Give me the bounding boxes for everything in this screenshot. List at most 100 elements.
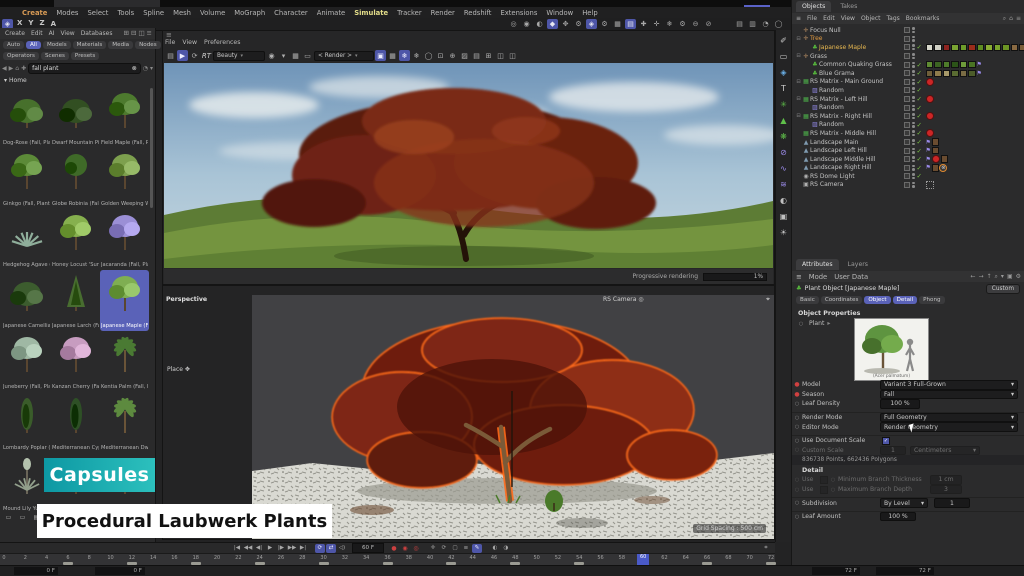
enabled-check-icon[interactable]: ✓ — [917, 155, 925, 163]
at-mode-icon-1[interactable]: → — [978, 273, 983, 281]
use-checkbox[interactable] — [820, 476, 828, 484]
rv-menu-file[interactable]: File — [165, 39, 175, 46]
at-mode-icon-2[interactable]: ↑ — [987, 273, 992, 281]
anim-dot-icon[interactable]: ○ — [792, 447, 802, 453]
prev-key-button[interactable]: ◀◀ — [243, 544, 253, 553]
layer-toggle[interactable] — [904, 165, 910, 171]
autokey-button[interactable]: ◉ — [400, 544, 410, 553]
compare-ab-button[interactable]: ▨ — [459, 50, 470, 61]
layer-toggle[interactable] — [904, 36, 910, 42]
editor-dot[interactable] — [912, 44, 915, 47]
render-dot[interactable] — [912, 74, 915, 77]
filter-tab-presets[interactable]: Presets — [71, 52, 99, 60]
lock-button[interactable]: ▣ — [375, 50, 386, 61]
attr-tab-detail[interactable]: Detail — [893, 296, 917, 304]
layer-toggle[interactable] — [904, 53, 910, 59]
layer-toggle[interactable] — [904, 44, 910, 50]
pass-dropdown[interactable]: Beauty▾ — [213, 51, 265, 61]
deformer-icon[interactable]: ⊘ — [778, 146, 790, 158]
search-input[interactable]: fall plant⊗ — [28, 63, 141, 74]
editor-dot[interactable] — [912, 96, 915, 99]
filter-tab-auto[interactable]: Auto — [3, 41, 24, 49]
layer-toggle[interactable] — [904, 113, 910, 119]
material-swatch[interactable] — [977, 44, 985, 52]
light-icon[interactable]: ☀ — [778, 226, 790, 238]
enabled-check-icon[interactable]: ✓ — [917, 104, 925, 112]
rectangle-icon[interactable]: ▭ — [778, 50, 790, 62]
subdivision-dropdown[interactable]: By Level▾ — [880, 498, 928, 508]
phong-tag-icon[interactable]: ⚑ — [926, 147, 931, 154]
current-frame-field[interactable]: 60 F — [352, 543, 384, 553]
param-value-field[interactable]: 100 % — [880, 512, 916, 522]
object-row-rs-dome-light[interactable]: ◉RS Dome Light✓ — [792, 172, 1024, 181]
anim-dot-icon[interactable]: ○ — [792, 500, 802, 506]
material-swatch[interactable] — [934, 70, 942, 78]
menu-select[interactable]: Select — [87, 9, 108, 17]
param-value-field[interactable]: 100 % — [880, 399, 920, 409]
viewport-label[interactable]: Perspective — [166, 296, 207, 303]
clear-search-icon[interactable]: ⊗ — [132, 65, 137, 72]
anim-dot-icon[interactable]: ○ — [792, 424, 802, 430]
layer-toggle[interactable] — [904, 148, 910, 154]
render-dot[interactable] — [912, 117, 915, 120]
editor-dot[interactable] — [912, 113, 915, 116]
object-row-landscape-middle-hill[interactable]: ▲Landscape Middle Hill✓⚑ — [792, 155, 1024, 164]
editor-dot[interactable] — [912, 53, 915, 56]
asset-item-japanese-maple-fall[interactable]: Japanese Maple (Fall, ... — [100, 270, 149, 331]
visibility-toggles[interactable] — [912, 105, 915, 111]
asset-item-jacaranda-fall-plant[interactable]: Jacaranda (Fall, Plant) — [100, 209, 149, 270]
editor-dot[interactable] — [912, 139, 915, 142]
asset-item-ginkgo-fall-plant[interactable]: Ginkgo (Fall, Plant) — [2, 148, 51, 209]
object-row-blue-grama[interactable]: ♣Blue Grama✓⚑ — [792, 69, 1024, 78]
asset-item-japanese-larch-fall-pl[interactable]: Japanese Larch (Fall, Pl... — [51, 270, 100, 331]
spline-pen-icon[interactable]: ✐ — [778, 34, 790, 46]
anim-dot-icon[interactable]: ○ — [828, 487, 838, 493]
ab-window-icon-0[interactable]: ⊞ — [123, 29, 128, 37]
object-row-random[interactable]: ▨Random✓ — [792, 86, 1024, 95]
material-swatch[interactable] — [968, 61, 976, 69]
enabled-check-icon[interactable]: ✓ — [917, 78, 925, 86]
attr-tab-basic[interactable]: Basic — [796, 296, 819, 304]
filter-tab-nodes[interactable]: Nodes — [135, 41, 161, 49]
asset-item-hedgehog-agave-fall[interactable]: Hedgehog Agave (Fall... — [2, 209, 51, 270]
use-checkbox[interactable] — [820, 486, 828, 494]
object-row-rs-matrix-right-hill[interactable]: ⊟▦RS Matrix - Right Hill✓ — [792, 112, 1024, 121]
collapse-icon[interactable]: ⊟ — [795, 96, 802, 102]
bucket-grid-button[interactable]: ▦ — [387, 50, 398, 61]
material-swatch[interactable] — [934, 61, 942, 69]
spline-icon[interactable]: ∿ — [778, 162, 790, 174]
layer-toggle[interactable] — [904, 87, 910, 93]
collapse-icon[interactable]: ⊟ — [795, 113, 802, 119]
editor-dot[interactable] — [912, 165, 915, 168]
asset-item-field-maple-fall-plant[interactable]: Field Maple (Fall, Plant) — [100, 87, 149, 148]
material-swatch[interactable] — [1002, 44, 1010, 52]
menu-redshift[interactable]: Redshift — [464, 9, 492, 17]
visibility-toggles[interactable] — [912, 87, 915, 93]
play-button[interactable]: ▶ — [265, 544, 275, 553]
timeline-end-field[interactable]: 72 F — [812, 567, 860, 575]
minus-icon[interactable]: ⊖ — [690, 19, 701, 29]
menu-spline[interactable]: Spline — [143, 9, 164, 17]
key-scale-button[interactable]: ▢ — [450, 544, 460, 553]
phong-tag-icon[interactable]: ⚑ — [926, 139, 931, 146]
material-swatch[interactable] — [943, 61, 951, 69]
snap-icon[interactable]: ▤ — [625, 19, 636, 29]
layer-toggle[interactable] — [904, 130, 910, 136]
menu-simulate[interactable]: Simulate — [354, 9, 388, 17]
keyframe-dot-icon[interactable]: ● — [792, 381, 802, 388]
layer-toggle[interactable] — [904, 79, 910, 85]
visibility-toggles[interactable] — [912, 130, 915, 136]
object-row-random[interactable]: ▨Random✓ — [792, 121, 1024, 130]
coord-icon[interactable]: ◎ — [508, 19, 519, 29]
anim-dot-icon[interactable]: ○ — [792, 415, 802, 421]
phong-tag-icon[interactable]: ⚑ — [977, 70, 982, 77]
sound-button[interactable]: ◁) — [337, 544, 347, 553]
redshift-tag-icon[interactable] — [926, 112, 934, 120]
render-dot[interactable] — [912, 108, 915, 111]
om-filter-icon[interactable]: ≡ — [1016, 15, 1021, 23]
ab-footer-icon-0[interactable]: ▭ — [3, 512, 14, 523]
anim-dot-icon[interactable]: ○ — [792, 438, 802, 444]
menu-mograph[interactable]: MoGraph — [234, 9, 265, 17]
om-home-icon[interactable]: ⌂ — [1009, 15, 1013, 23]
next-frame-button[interactable]: |▶ — [276, 544, 286, 553]
